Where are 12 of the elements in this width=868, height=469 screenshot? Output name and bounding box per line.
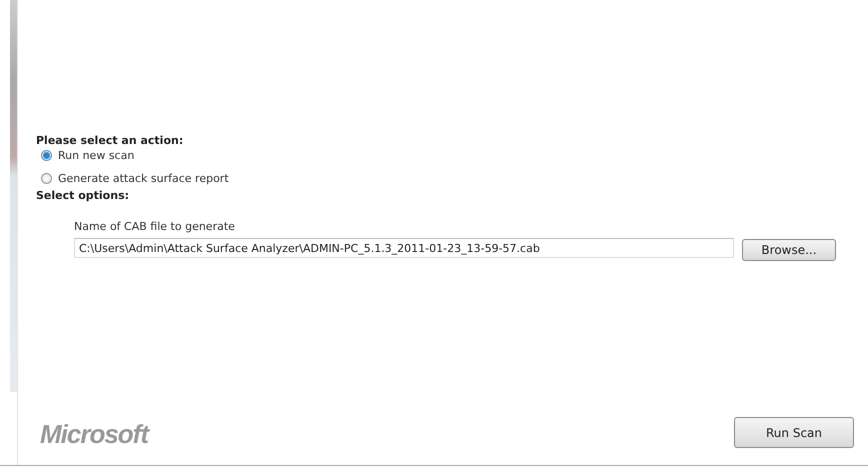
radio-button[interactable] [41, 150, 52, 161]
section-heading: Select options: [36, 189, 130, 202]
logo: Microsoft [40, 419, 148, 450]
section-heading: Please select an action: [36, 134, 184, 147]
path-field[interactable]: C:\Users\Admin\Attack Surface Analyzer\ADMIN-PC_5.1.3_2011-01-23_13-59-57.cab [74, 238, 734, 258]
field-label: Name of CAB file to generate [74, 220, 236, 233]
scrollbar[interactable] [10, 0, 17, 392]
radio-button[interactable] [41, 173, 52, 184]
run-scan-button[interactable]: Run Scan [734, 417, 854, 448]
radio-label[interactable]: Generate attack surface report [58, 172, 229, 185]
radio-label[interactable]: Run new scan [58, 149, 134, 162]
browse-button[interactable]: Browse... [742, 239, 836, 261]
